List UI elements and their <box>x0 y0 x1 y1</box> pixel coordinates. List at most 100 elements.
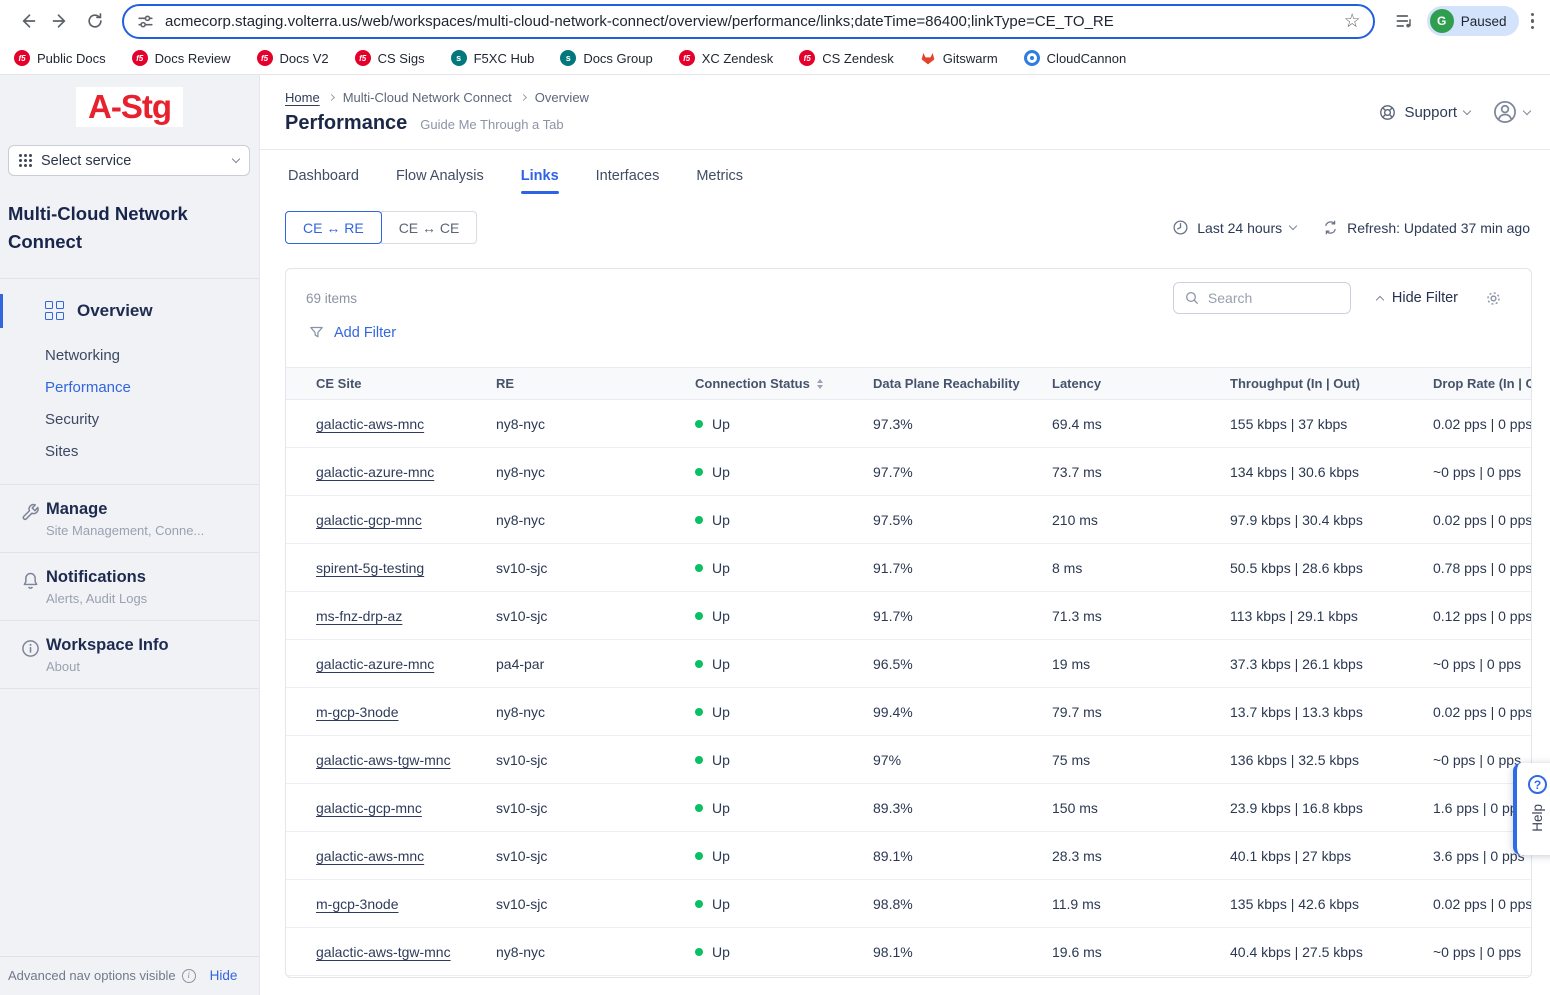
help-widget[interactable]: ? Help <box>1513 763 1550 855</box>
bookmark-item[interactable]: f5Docs Review <box>132 50 231 66</box>
reachability-cell: 97.3% <box>873 416 1052 432</box>
tab-metrics[interactable]: Metrics <box>696 168 743 194</box>
tab-links[interactable]: Links <box>521 168 559 194</box>
table-row: spirent-5g-testingsv10-sjcUp91.7%8 ms50.… <box>286 544 1532 592</box>
browser-profile-chip[interactable]: G Paused <box>1427 6 1519 36</box>
bookmark-label: CloudCannon <box>1047 51 1127 66</box>
table-row: ms-fnz-drp-azsv10-sjcUp91.7%71.3 ms113 k… <box>286 592 1532 640</box>
ce-site-link[interactable]: galactic-azure-mnc <box>316 464 434 480</box>
bookmark-label: Gitswarm <box>943 51 998 66</box>
hide-filter-button[interactable]: Hide Filter <box>1377 290 1458 306</box>
sidebar-item-workspace-info[interactable]: Workspace InfoAbout <box>0 620 259 688</box>
add-filter-button[interactable]: Add Filter <box>308 324 396 341</box>
drop-rate-cell: 0.02 pps | 0 pps <box>1433 416 1532 432</box>
ce-site-link[interactable]: galactic-aws-mnc <box>316 416 424 432</box>
ce-site-link[interactable]: galactic-azure-mnc <box>316 656 434 672</box>
status-up-dot <box>695 516 703 524</box>
url-text[interactable]: acmecorp.staging.volterra.us/web/workspa… <box>165 13 1344 30</box>
refresh-icon <box>1322 219 1339 236</box>
sidebar-item-manage[interactable]: ManageSite Management, Conne... <box>0 484 259 552</box>
f5-favicon: f5 <box>679 50 695 66</box>
status-up-dot <box>695 756 703 764</box>
table-row: galactic-aws-mncny8-nycUp97.3%69.4 ms155… <box>286 400 1532 448</box>
ce-site-link[interactable]: galactic-gcp-mnc <box>316 800 422 816</box>
bookmark-item[interactable]: CloudCannon <box>1024 50 1127 66</box>
tab-flow-analysis[interactable]: Flow Analysis <box>396 168 484 194</box>
status-text: Up <box>712 512 730 528</box>
latency-cell: 19 ms <box>1052 656 1230 672</box>
select-service-dropdown[interactable]: Select service <box>8 145 250 176</box>
throughput-cell: 135 kbps | 42.6 kbps <box>1230 896 1433 912</box>
ce-site-link[interactable]: ms-fnz-drp-az <box>316 608 402 624</box>
section-subtitle: Alerts, Audit Logs <box>46 591 259 606</box>
reload-icon[interactable] <box>81 7 109 35</box>
throughput-cell: 40.1 kbps | 27 kbps <box>1230 848 1433 864</box>
gear-icon[interactable] <box>1484 289 1503 308</box>
column-header-connection-status[interactable]: Connection Status <box>695 376 873 391</box>
tab-interfaces[interactable]: Interfaces <box>596 168 660 194</box>
sidebar-item-notifications[interactable]: NotificationsAlerts, Audit Logs <box>0 552 259 620</box>
support-menu[interactable]: Support <box>1378 103 1470 122</box>
ce-site-link[interactable]: m-gcp-3node <box>316 704 399 720</box>
ce-site-link[interactable]: galactic-aws-tgw-mnc <box>316 752 451 768</box>
throughput-cell: 50.5 kbps | 28.6 kbps <box>1230 560 1433 576</box>
ce-site-link[interactable]: galactic-aws-mnc <box>316 848 424 864</box>
bookmark-item[interactable]: sF5XC Hub <box>451 50 535 66</box>
breadcrumb-item: Overview <box>535 90 589 105</box>
refresh-button[interactable]: Refresh: Updated 37 min ago <box>1322 219 1530 236</box>
sidebar-item-performance[interactable]: Performance <box>0 372 259 404</box>
hide-advanced-nav-link[interactable]: Hide <box>210 968 238 983</box>
sidebar-item-sites[interactable]: Sites <box>0 436 259 468</box>
re-cell: sv10-sjc <box>496 560 695 576</box>
forward-icon[interactable] <box>47 7 75 35</box>
back-icon[interactable] <box>13 7 41 35</box>
table-row: m-gcp-3nodeny8-nycUp99.4%79.7 ms13.7 kbp… <box>286 688 1532 736</box>
column-header-latency: Latency <box>1052 376 1230 391</box>
bookmark-item[interactable]: sDocs Group <box>560 50 652 66</box>
breadcrumb-separator-icon <box>328 93 335 100</box>
ce-site-cell: ms-fnz-drp-az <box>316 608 496 624</box>
bookmark-item[interactable]: f5CS Zendesk <box>799 50 894 66</box>
tab-dashboard[interactable]: Dashboard <box>288 168 359 194</box>
status-up-dot <box>695 612 703 620</box>
sidebar-item-security[interactable]: Security <box>0 404 259 436</box>
url-bar[interactable]: acmecorp.staging.volterra.us/web/workspa… <box>122 4 1375 39</box>
re-cell: sv10-sjc <box>496 752 695 768</box>
link-type-button-1[interactable]: CE ↔ CE <box>381 211 478 244</box>
link-type-button-0[interactable]: CE ↔ RE <box>285 211 382 244</box>
search-input[interactable] <box>1173 282 1351 314</box>
column-header-data-plane-reachability: Data Plane Reachability <box>873 376 1052 391</box>
sidebar-item-networking[interactable]: Networking <box>0 340 259 372</box>
throughput-cell: 13.7 kbps | 13.3 kbps <box>1230 704 1433 720</box>
account-menu[interactable] <box>1492 99 1530 125</box>
sort-icon[interactable] <box>817 379 823 389</box>
bookmark-item[interactable]: f5XC Zendesk <box>679 50 774 66</box>
column-label: Latency <box>1052 376 1101 391</box>
site-settings-icon[interactable] <box>136 12 155 31</box>
sidebar-item-overview[interactable]: Overview <box>0 296 259 326</box>
latency-cell: 73.7 ms <box>1052 464 1230 480</box>
sidebar-nav: Overview NetworkingPerformanceSecuritySi… <box>0 278 259 484</box>
ce-site-link[interactable]: galactic-aws-tgw-mnc <box>316 944 451 960</box>
table-row: galactic-gcp-mncsv10-sjcUp89.3%150 ms23.… <box>286 784 1532 832</box>
chevron-down-icon <box>232 155 240 163</box>
bookmark-item[interactable]: Gitswarm <box>920 50 998 66</box>
ce-site-link[interactable]: spirent-5g-testing <box>316 560 424 576</box>
ce-site-link[interactable]: galactic-gcp-mnc <box>316 512 422 528</box>
guide-me-link[interactable]: Guide Me Through a Tab <box>420 117 563 132</box>
search-field[interactable] <box>1208 290 1328 306</box>
side-panel-icon[interactable] <box>1390 7 1418 35</box>
browser-menu-icon[interactable] <box>1525 9 1541 34</box>
column-label: Connection Status <box>695 376 810 391</box>
column-label: Drop Rate (In | Out) <box>1433 376 1532 391</box>
status-text: Up <box>712 608 730 624</box>
bookmark-item[interactable]: f5CS Sigs <box>355 50 425 66</box>
bookmark-item[interactable]: f5Docs V2 <box>257 50 329 66</box>
breadcrumb-item[interactable]: Home <box>285 90 320 105</box>
ce-site-link[interactable]: m-gcp-3node <box>316 896 399 912</box>
latency-cell: 69.4 ms <box>1052 416 1230 432</box>
bookmark-star-icon[interactable]: ☆ <box>1344 12 1361 31</box>
time-range-dropdown[interactable]: Last 24 hours <box>1172 219 1296 236</box>
latency-cell: 19.6 ms <box>1052 944 1230 960</box>
bookmark-item[interactable]: f5Public Docs <box>14 50 106 66</box>
